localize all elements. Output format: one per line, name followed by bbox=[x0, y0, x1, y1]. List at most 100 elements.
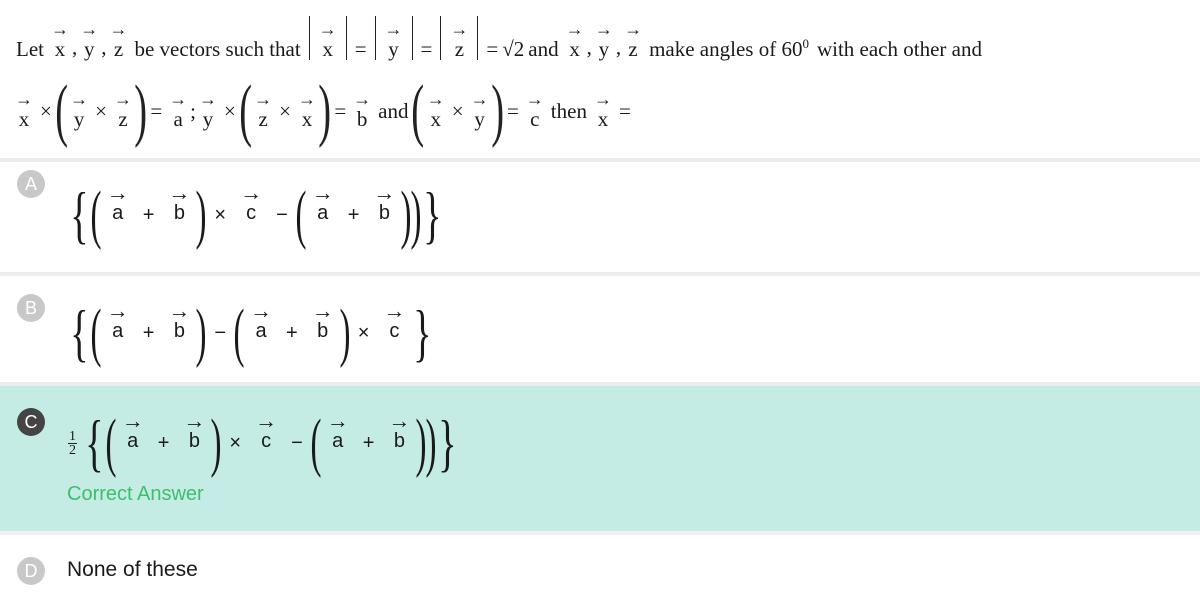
math-symbol: ) bbox=[195, 178, 207, 251]
math-symbol: y bbox=[474, 107, 485, 131]
vector-arrow-icon: → bbox=[353, 89, 372, 109]
cross: × bbox=[40, 99, 52, 123]
cross: × bbox=[95, 99, 107, 123]
math-symbol: + bbox=[362, 431, 375, 454]
vector-arrow-icon: → bbox=[106, 179, 129, 205]
math-symbol: → z bbox=[450, 20, 468, 60]
math-symbol: x bbox=[301, 107, 313, 131]
math-symbol: ( bbox=[105, 406, 117, 479]
vector-arrow-icon: → bbox=[168, 297, 191, 323]
math-symbol: + bbox=[347, 203, 360, 226]
vector-arrow-icon: → bbox=[565, 19, 584, 39]
vector-arrow-icon: → bbox=[624, 19, 643, 39]
option-b[interactable]: B { ( → a + → b ) − ( → a + → b ) × → c } bbox=[0, 276, 1200, 382]
math-symbol: ) bbox=[195, 296, 207, 369]
option-letter-badge: C bbox=[17, 408, 45, 436]
math-symbol: x bbox=[18, 107, 30, 131]
vector-arrow-icon: → bbox=[168, 179, 191, 205]
math-symbol: ( bbox=[90, 296, 102, 369]
vector-arrow-icon: → bbox=[318, 19, 337, 39]
vector-b: → b bbox=[353, 89, 372, 131]
math-symbol: x bbox=[569, 37, 580, 61]
vector-arrow-icon: → bbox=[70, 89, 89, 109]
vector-z: → z bbox=[624, 19, 643, 60]
vector-arrow-icon: → bbox=[121, 407, 144, 433]
math-symbol: b bbox=[393, 429, 405, 452]
math-symbol: − bbox=[291, 431, 303, 454]
math-symbol: + bbox=[142, 321, 155, 344]
equals: = bbox=[506, 99, 519, 123]
comma: , bbox=[101, 35, 107, 59]
vector-x: → x bbox=[427, 90, 445, 130]
vector-arrow-icon: → bbox=[388, 407, 411, 433]
math-symbol: + bbox=[286, 321, 298, 344]
vector-c: → c bbox=[240, 181, 262, 225]
vector-arrow-icon: → bbox=[525, 89, 544, 109]
math-symbol: ) bbox=[339, 296, 351, 369]
equals: = bbox=[150, 99, 163, 123]
question-text: Let → x , → y , → z be vectors such that → x… bbox=[0, 0, 1200, 158]
math-symbol: make angles of 60 bbox=[649, 37, 803, 61]
equals: = bbox=[420, 37, 433, 61]
vector-arrow-icon: → bbox=[384, 19, 403, 39]
comma: , bbox=[586, 35, 592, 59]
math-symbol: { "question": { "line1": { "lead": "Let"… bbox=[0, 0, 1200, 603]
math-symbol: a bbox=[112, 319, 124, 342]
option-letter-badge: D bbox=[17, 557, 45, 585]
option-a-expression: { ( → a + → b ) × → c − ( → a + → b ) ) } bbox=[68, 180, 444, 250]
option-a[interactable]: A { ( → a + → b ) × → c − ( → a + → b ) ) } bbox=[0, 162, 1200, 272]
vector-b: → b bbox=[168, 299, 190, 343]
math-symbol: b bbox=[173, 201, 185, 224]
option-d[interactable]: D None of these bbox=[0, 535, 1200, 603]
equals: = bbox=[618, 99, 631, 123]
math-symbol: b bbox=[173, 319, 185, 342]
math-symbol: ( bbox=[90, 178, 102, 251]
vector-arrow-icon: → bbox=[240, 179, 263, 205]
text: make angles of 600 bbox=[649, 33, 809, 60]
vector-b: → b bbox=[373, 181, 395, 225]
vector-b: → b bbox=[168, 181, 190, 225]
math-symbol: b bbox=[356, 107, 368, 131]
cross: × bbox=[451, 99, 464, 123]
math-symbol: { bbox=[70, 297, 89, 368]
vector-z: → z bbox=[114, 90, 132, 130]
vector-x: → x bbox=[298, 89, 316, 131]
equals: = bbox=[334, 99, 347, 123]
math-symbol: y bbox=[83, 37, 95, 61]
math-symbol: a bbox=[173, 107, 183, 131]
vector-x: → x bbox=[594, 90, 612, 130]
vector-a: → a bbox=[169, 90, 187, 131]
math-symbol: c bbox=[389, 319, 400, 342]
vector-arrow-icon: → bbox=[373, 179, 396, 205]
comma: , bbox=[615, 35, 622, 59]
math-symbol: a bbox=[255, 319, 267, 342]
vector-a: → a bbox=[107, 181, 129, 225]
math-symbol: 0 bbox=[802, 36, 809, 51]
vector-x: → x bbox=[50, 19, 69, 60]
math-symbol: b bbox=[378, 201, 390, 224]
vector-arrow-icon: → bbox=[109, 19, 128, 39]
math-symbol: × bbox=[229, 431, 242, 454]
math-symbol: 1 bbox=[68, 428, 77, 444]
option-c-expression: 12 { ( → a + → b ) × → c − ( → a + → b ) ) } bbox=[68, 408, 459, 478]
vector-arrow-icon: → bbox=[50, 19, 69, 39]
math-symbol: y bbox=[202, 107, 214, 131]
vector-arrow-icon: → bbox=[298, 89, 316, 109]
math-symbol: c bbox=[261, 429, 272, 452]
option-b-expression: { ( → a + → b ) − ( → a + → b ) × → c } bbox=[68, 298, 434, 368]
fraction-one-half: 12 bbox=[68, 428, 77, 458]
magnitude-y: → y bbox=[374, 16, 413, 60]
vector-arrow-icon: → bbox=[15, 89, 33, 109]
vector-y: → y bbox=[595, 20, 613, 60]
math-symbol: → y bbox=[384, 19, 403, 60]
math-symbol: ) bbox=[210, 406, 222, 479]
text: and bbox=[528, 37, 559, 61]
math-symbol: ( bbox=[310, 406, 322, 479]
math-symbol: c bbox=[246, 201, 257, 224]
vector-a: → a bbox=[327, 409, 349, 453]
option-c[interactable]: C 12 { ( → a + → b ) × → c − ( → a + → b ) ) … bbox=[0, 386, 1200, 531]
text: be vectors such that bbox=[134, 37, 301, 61]
math-symbol: 2 bbox=[69, 442, 76, 458]
vector-arrow-icon: → bbox=[311, 179, 334, 205]
math-symbol: y bbox=[73, 107, 85, 131]
